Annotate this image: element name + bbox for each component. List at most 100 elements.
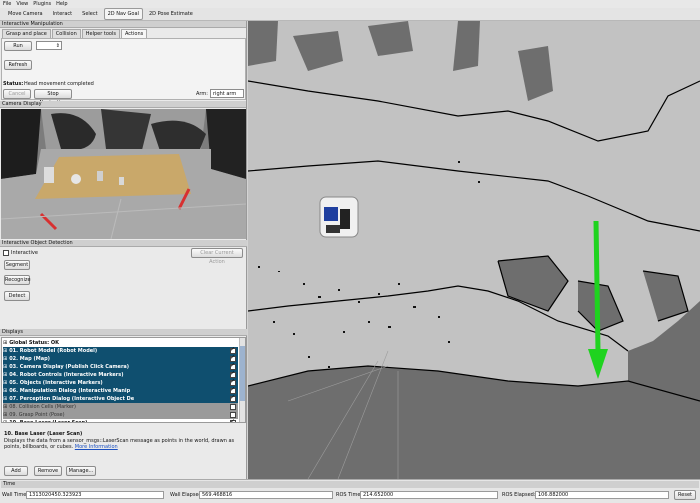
ros-elapsed-label: ROS Elapsed: (502, 492, 536, 498)
arm-label: Arm: (196, 91, 208, 97)
interactive-toggle[interactable]: Interactive (3, 250, 38, 256)
segment-button[interactable]: Segment (4, 260, 30, 270)
arm-select[interactable]: right arm (210, 89, 244, 98)
clear-current-action-button[interactable]: Clear Current Action (191, 248, 243, 265)
menu-help[interactable]: Help (56, 1, 67, 7)
more-information-link[interactable]: More Information (75, 444, 118, 450)
display-row-label: 03. Camera Display (Publish Click Camera… (9, 364, 130, 370)
run-button[interactable]: Run (4, 41, 32, 51)
display-enabled-checkbox[interactable] (230, 404, 236, 410)
manage-displays-button[interactable]: Manage... (66, 466, 96, 476)
expand-icon[interactable]: ⊞ (3, 379, 7, 387)
display-row[interactable]: ⊞ 10. Base Laser (Laser Scan) (3, 419, 238, 423)
tab-collision[interactable]: Collision (51, 29, 81, 38)
display-description-body: Displays the data from a sensor_msgs::La… (4, 438, 235, 450)
display-row[interactable]: ⊞ 08. Collision Cells (Marker) (3, 403, 238, 411)
tab-helper-tools[interactable]: Helper tools (81, 29, 120, 38)
display-enabled-checkbox[interactable] (230, 347, 236, 354)
expand-icon[interactable]: ⊞ (3, 363, 7, 371)
menu-plugins[interactable]: Plugins (33, 1, 51, 7)
display-row-label: 07. Perception Dialog (Interactive Objec… (9, 396, 135, 402)
tab-grasp-and-place[interactable]: Grasp and place (2, 29, 51, 38)
display-row[interactable]: ⊞ 04. Robot Controls (Interactive Markers… (3, 371, 238, 379)
reset-time-button[interactable]: Reset (674, 490, 696, 500)
display-row[interactable]: ⊞ 03. Camera Display (Publish Click Camer… (3, 363, 238, 371)
display-enabled-checkbox[interactable] (230, 363, 236, 370)
display-row-label: 10. Base Laser (Laser Scan) (9, 420, 88, 423)
time-panel: Time Wall Time: 1313020450.323923 Wall E… (0, 479, 700, 503)
menu-file[interactable]: File (3, 1, 11, 7)
displays-title: Displays (0, 329, 247, 336)
expand-icon[interactable]: ⊞ (3, 403, 7, 411)
display-row-label: 08. Collision Cells (Marker) (9, 404, 76, 410)
cancel-button[interactable]: Cancel (3, 89, 31, 99)
add-display-button[interactable]: Add (4, 466, 28, 476)
interactive-checkbox[interactable] (3, 250, 9, 256)
display-row[interactable]: ⊞ 02. Map (Map) (3, 355, 238, 363)
detect-button[interactable]: Detect (4, 291, 30, 301)
expand-icon[interactable]: ⊞ (3, 387, 7, 395)
expand-icon[interactable]: ⊞ (3, 411, 7, 419)
tool-select[interactable]: Select (78, 8, 101, 20)
display-enabled-checkbox[interactable] (230, 395, 236, 402)
display-row[interactable]: ⊞ Global Status: OK (3, 339, 238, 347)
tab-actions[interactable]: Actions (120, 29, 148, 38)
display-row[interactable]: ⊞ 05. Objects (Interactive Markers) (3, 379, 238, 387)
menu-bar: File View Plugins Help (0, 0, 700, 8)
manipulation-tabs: Grasp and place Collision Helper tools A… (0, 28, 246, 38)
status-value: Head movement completed (24, 81, 94, 87)
display-row[interactable]: ⊞ 06. Manipulation Dialog (Interactive Ma… (3, 387, 238, 395)
expand-icon[interactable]: ⊞ (3, 339, 7, 347)
wall-elapsed-field: 569.468816 (199, 491, 333, 499)
expand-icon[interactable]: ⊞ (3, 419, 7, 422)
expand-icon[interactable]: ⊞ (3, 371, 7, 379)
run-action-select[interactable]: ⇕ (36, 41, 62, 50)
displays-tree[interactable]: ⊞ Global Status: OK ⊞ 01. Robot Model (Robo… (1, 337, 246, 423)
display-enabled-checkbox[interactable] (230, 412, 236, 418)
recognize-button[interactable]: Recognize (4, 275, 31, 285)
wall-time-field: 1313020450.323923 (26, 491, 164, 499)
displays-scrollbar-thumb[interactable] (240, 346, 245, 401)
camera-panel-title: Camera Display (0, 101, 246, 108)
display-description-title: 10. Base Laser (Laser Scan) (4, 431, 83, 437)
robot-model (319, 196, 359, 238)
ros-elapsed-field: 106.882000 (535, 491, 669, 499)
interactive-label: Interactive (11, 250, 38, 256)
expand-icon[interactable]: ⊞ (3, 355, 7, 363)
display-enabled-checkbox[interactable] (230, 387, 236, 394)
menu-view[interactable]: View (16, 1, 28, 7)
display-enabled-checkbox[interactable] (230, 419, 236, 422)
object-detection-title: Interactive Object Detection (0, 240, 247, 247)
display-description-text: Displays the data from a sensor_msgs::La… (4, 438, 240, 450)
stop-navigation-button[interactable]: Stop Navigation (34, 89, 72, 106)
tool-2d-pose-estimate[interactable]: 2D Pose Estimate (145, 8, 197, 20)
ros-time-field: 214.652000 (360, 491, 498, 499)
display-row-label: 09. Grasp Point (Pose) (9, 412, 65, 418)
expand-icon[interactable]: ⊞ (3, 347, 7, 355)
refresh-button[interactable]: Refresh (4, 60, 32, 70)
display-row[interactable]: ⊞ 07. Perception Dialog (Interactive Obje… (3, 395, 238, 403)
display-row-label: Global Status: OK (9, 340, 60, 346)
display-enabled-checkbox[interactable] (230, 355, 236, 362)
status-label: Status: (3, 81, 24, 87)
tool-move-camera[interactable]: Move Camera (4, 8, 47, 20)
tool-bar: Move Camera Interact Select 2D Nav Goal … (0, 8, 700, 21)
display-row-label: 01. Robot Model (Robot Model) (9, 348, 98, 354)
time-panel-title: Time (1, 481, 699, 488)
display-enabled-checkbox[interactable] (230, 379, 236, 386)
spin-arrows-icon: ⇕ (55, 43, 60, 49)
display-enabled-checkbox[interactable] (230, 371, 236, 378)
display-row[interactable]: ⊞ 01. Robot Model (Robot Model) (3, 347, 238, 355)
display-row[interactable]: ⊞ 09. Grasp Point (Pose) (3, 411, 238, 419)
tool-interact[interactable]: Interact (49, 8, 77, 20)
arm-select-value: right arm (213, 91, 237, 97)
tool-2d-nav-goal[interactable]: 2D Nav Goal (103, 8, 143, 20)
map-view[interactable] (248, 21, 700, 479)
expand-icon[interactable]: ⊞ (3, 395, 7, 403)
camera-view[interactable] (1, 109, 246, 239)
displays-scrollbar[interactable] (239, 338, 245, 422)
remove-display-button[interactable]: Remove (34, 466, 62, 476)
wall-time-label: Wall Time: (2, 492, 28, 498)
display-row-label: 02. Map (Map) (9, 356, 50, 362)
display-row-label: 06. Manipulation Dialog (Interactive Man… (9, 388, 131, 394)
